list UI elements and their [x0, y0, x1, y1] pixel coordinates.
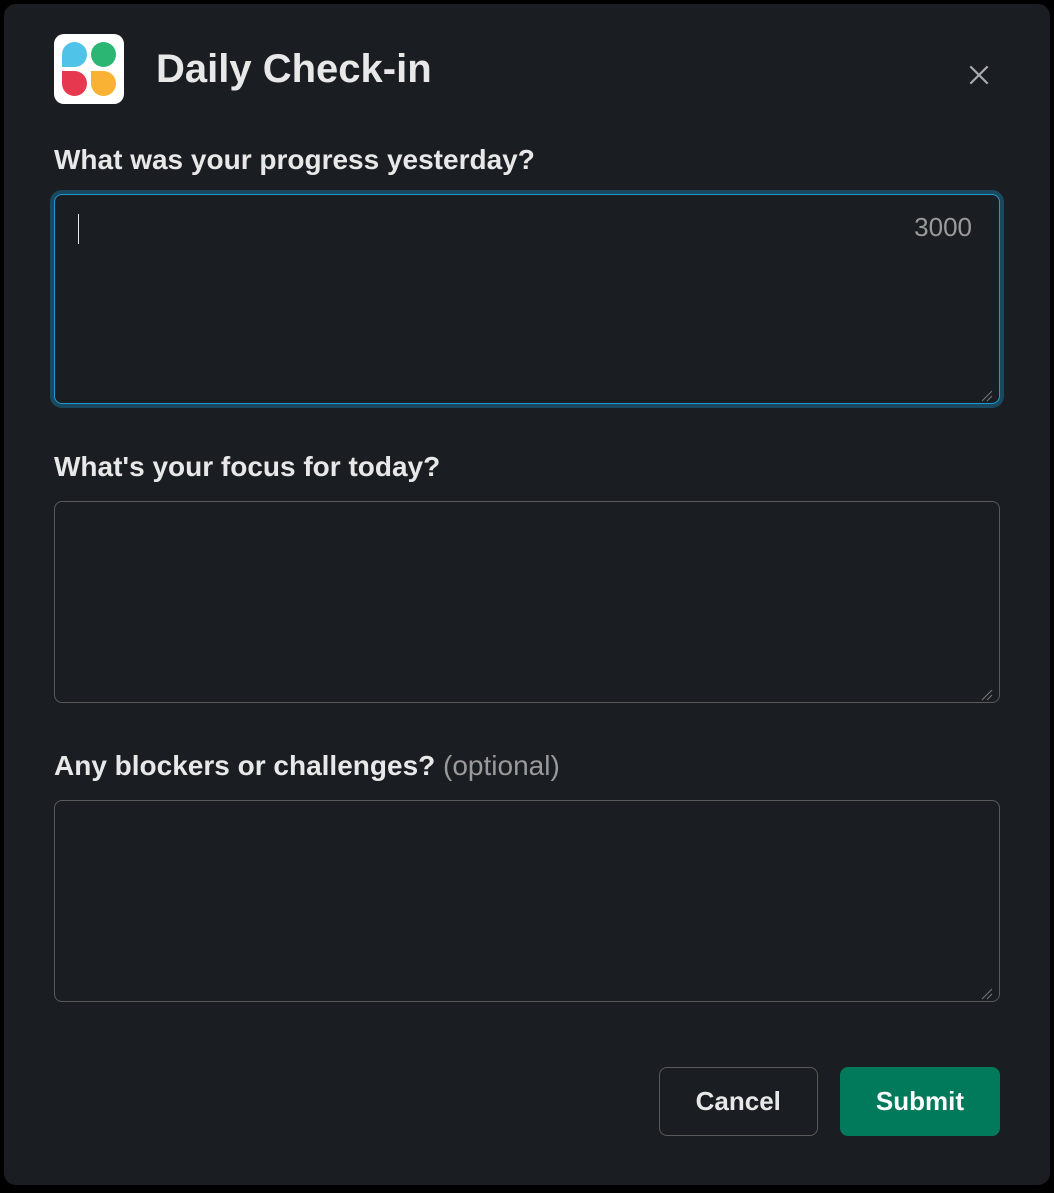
modal-title: Daily Check-in	[156, 47, 432, 92]
focus-label: What's your focus for today?	[54, 451, 1000, 483]
blockers-label: Any blockers or challenges? (optional)	[54, 750, 1000, 782]
blockers-input[interactable]	[54, 800, 1000, 1002]
progress-textarea-wrapper: 3000	[54, 194, 1000, 409]
field-blockers: Any blockers or challenges? (optional)	[54, 750, 1000, 1007]
close-icon	[966, 62, 992, 88]
app-icon	[54, 34, 124, 104]
progress-label: What was your progress yesterday?	[54, 144, 1000, 176]
cancel-button[interactable]: Cancel	[659, 1067, 818, 1136]
progress-input[interactable]	[54, 194, 1000, 404]
submit-button[interactable]: Submit	[840, 1067, 1000, 1136]
field-focus: What's your focus for today?	[54, 451, 1000, 708]
blockers-label-text: Any blockers or challenges?	[54, 750, 435, 781]
blockers-textarea-wrapper	[54, 800, 1000, 1007]
modal-header: Daily Check-in	[4, 4, 1050, 124]
focus-textarea-wrapper	[54, 501, 1000, 708]
daily-checkin-modal: Daily Check-in What was your progress ye…	[4, 4, 1050, 1185]
focus-input[interactable]	[54, 501, 1000, 703]
blockers-optional-hint: (optional)	[443, 750, 560, 781]
close-button[interactable]	[958, 54, 1000, 96]
modal-footer: Cancel Submit	[4, 1037, 1050, 1186]
modal-body: What was your progress yesterday? 3000 W…	[4, 124, 1050, 1037]
field-progress: What was your progress yesterday? 3000	[54, 144, 1000, 409]
